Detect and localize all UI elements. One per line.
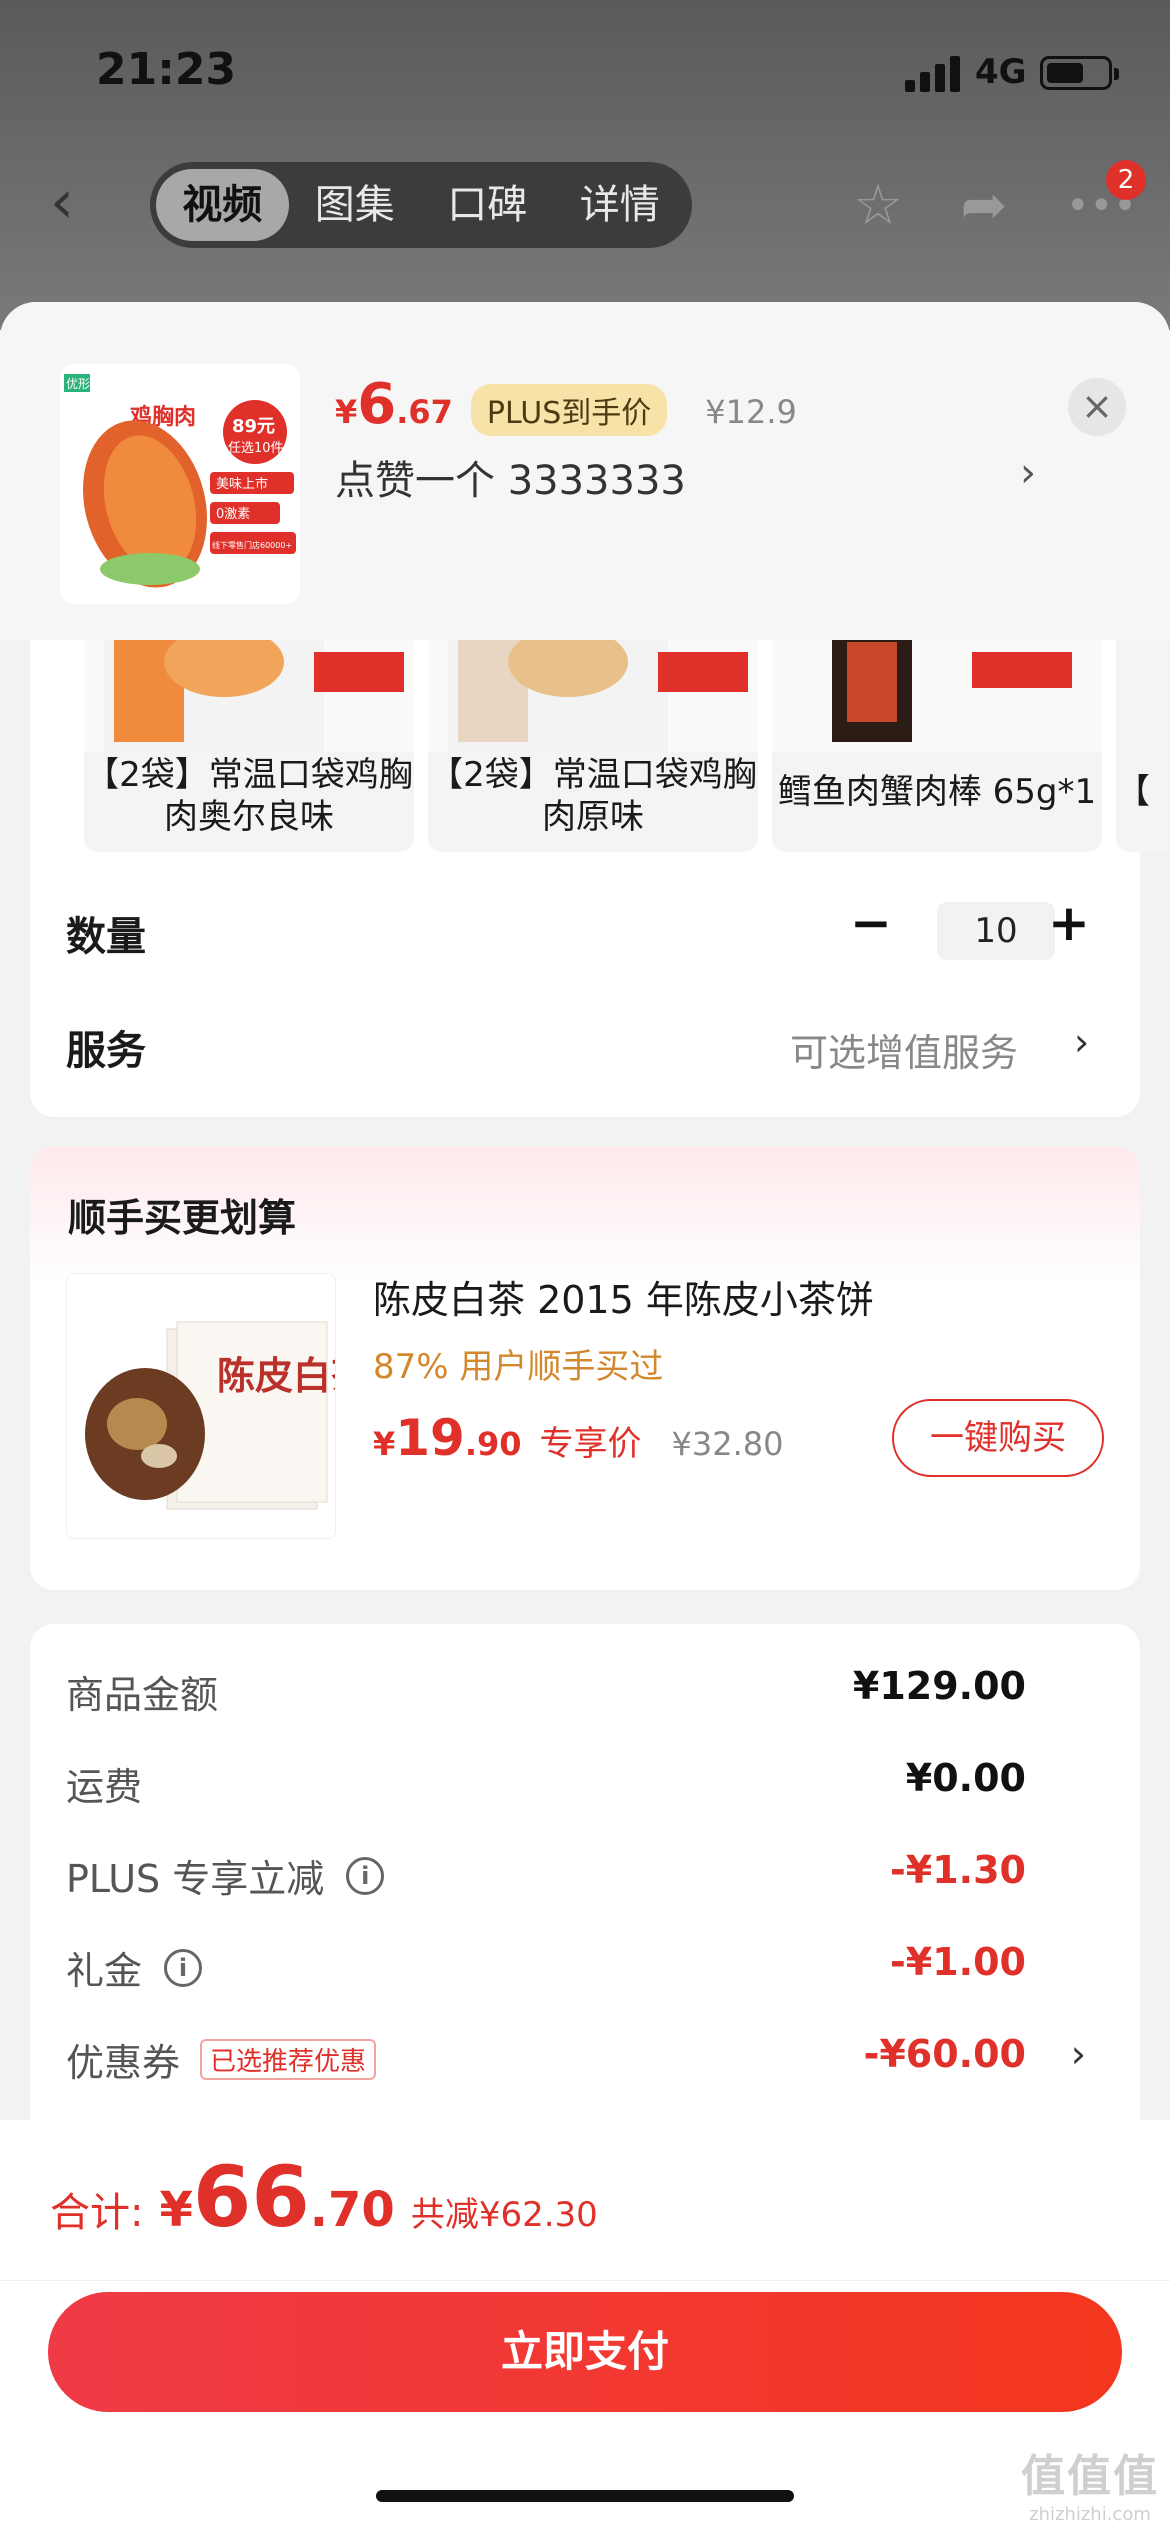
summary-value: -¥1.30 xyxy=(890,1848,1026,1892)
variant-option[interactable]: 【2袋】常温口袋鸡胸肉奥尔良味 xyxy=(84,632,414,852)
signal-icon xyxy=(905,56,961,92)
share-icon[interactable]: ➦ xyxy=(952,174,1016,238)
summary-row: PLUS 专享立减 i -¥1.30 xyxy=(66,1848,1086,1908)
summary-row: 运费 ¥0.00 xyxy=(66,1756,1086,1816)
price-summary-card: 商品金额 ¥129.00 运费 ¥0.00 PLUS 专享立减 i -¥1.30 … xyxy=(30,1624,1140,2184)
summary-label: 商品金额 xyxy=(66,1673,219,1717)
summary-value: -¥60.00 xyxy=(863,2032,1026,2076)
summary-row: 礼金 i -¥1.00 xyxy=(66,1940,1086,2000)
network-type: 4G xyxy=(975,52,1027,92)
tab-video[interactable]: 视频 xyxy=(156,169,289,241)
tab-gallery[interactable]: 图集 xyxy=(289,169,422,241)
battery-icon xyxy=(1040,56,1119,90)
upsell-image: 陈皮白茶 xyxy=(66,1273,336,1539)
thumb-tag3: 线下零售门店60000+ xyxy=(212,540,292,550)
summary-value: ¥0.00 xyxy=(905,1756,1026,1800)
upsell-buyers-text: 87% 用户顺手买过 xyxy=(373,1347,664,1387)
variant-image xyxy=(104,632,404,752)
service-chevron-icon[interactable]: › xyxy=(1074,1020,1089,1064)
total-currency: ¥ xyxy=(159,2182,193,2238)
home-indicator xyxy=(376,2490,794,2502)
pay-now-button[interactable]: 立即支付 xyxy=(48,2292,1122,2412)
coupon-row[interactable]: 优惠券 已选推荐优惠 -¥60.00 › xyxy=(66,2032,1086,2092)
total-decimal: .70 xyxy=(309,2182,395,2238)
thumb-promo-text: 任选10件 xyxy=(228,441,284,456)
star-icon[interactable]: ☆ xyxy=(846,174,910,238)
quantity-input[interactable]: 10 xyxy=(937,902,1055,960)
total-savings: 共减¥62.30 xyxy=(410,2195,598,2235)
tea-product-image: 陈皮白茶 xyxy=(67,1274,336,1538)
notification-badge: 2 xyxy=(1106,160,1146,200)
status-bar: 21:23 4G xyxy=(0,0,1170,150)
service-label: 服务 xyxy=(66,1028,146,1074)
service-value[interactable]: 可选增值服务 xyxy=(790,1022,1018,1077)
total-label: 合计: xyxy=(50,2190,144,2236)
product-thumbnail: 优形 鸡胸肉 89元 任选10件 美味上市 0激素 线下零售门店60000+ xyxy=(60,364,300,604)
price-currency: ¥ xyxy=(335,393,358,431)
summary-value: ¥129.00 xyxy=(852,1664,1026,1708)
thumb-tag1: 美味上市 xyxy=(216,476,268,492)
coupon-chevron-icon[interactable]: › xyxy=(1071,2032,1086,2076)
variant-name: 【2袋】常温口袋鸡胸肉奥尔良味 xyxy=(85,755,413,837)
total-row: 合计: ¥ 66 .70 共减¥62.30 xyxy=(50,2148,598,2246)
upsell-price-tag: 专享价 xyxy=(539,1424,642,1464)
tab-details[interactable]: 详情 xyxy=(554,169,687,241)
variant-name: 【2袋】常温口袋鸡胸肉原味 xyxy=(429,755,757,837)
upsell-price-row: ¥ 19 .90 专享价 ¥32.80 xyxy=(373,1409,784,1467)
sku-sheet: 【2袋】常温口袋鸡胸肉奥尔良味 【2袋】常温口袋鸡胸肉原味 鳕鱼肉蟹肉棒 65g… xyxy=(0,302,1170,2532)
divider xyxy=(0,2280,1170,2281)
product-header: 优形 鸡胸肉 89元 任选10件 美味上市 0激素 线下零售门店60000+ ¥… xyxy=(0,302,1170,640)
price-decimal: .67 xyxy=(396,393,453,431)
quantity-minus-button[interactable]: − xyxy=(850,894,892,952)
variant-name: 鳕鱼肉蟹肉棒 65g*1 xyxy=(777,772,1097,812)
summary-label: PLUS 专享立减 i xyxy=(66,1848,385,1903)
upsell-original-price: ¥32.80 xyxy=(671,1425,784,1463)
info-icon[interactable]: i xyxy=(164,1948,203,1987)
variant-option[interactable]: 鳕鱼肉蟹肉棒 65g*1 xyxy=(772,632,1102,852)
watermark-logo: 值值值 xyxy=(1021,2451,1159,2502)
info-icon[interactable]: i xyxy=(346,1856,385,1895)
status-time: 21:23 xyxy=(96,44,237,95)
price-integer: 6 xyxy=(357,372,397,437)
close-icon[interactable]: × xyxy=(1068,378,1126,436)
variant-option[interactable]: 【 xyxy=(1116,632,1170,852)
spec-chevron-icon[interactable]: › xyxy=(1020,450,1036,496)
upsell-price-integer: 19 xyxy=(395,1409,465,1467)
watermark-url: zhizhizhi.com xyxy=(1029,2504,1151,2525)
upsell-price-decimal: .90 xyxy=(464,1425,522,1463)
plus-price-tag: PLUS到手价 xyxy=(470,384,668,436)
thumb-promo-price: 89元 xyxy=(232,416,275,437)
original-price: ¥12.9 xyxy=(705,393,797,431)
tea-label: 陈皮白茶 xyxy=(217,1353,336,1398)
tab-reviews[interactable]: 口碑 xyxy=(421,169,554,241)
upsell-card: 顺手买更划算 陈皮白茶 陈皮白茶 2015 年陈皮小茶饼 87% 用户顺手买过 … xyxy=(30,1147,1140,1590)
summary-label: 礼金 i xyxy=(66,1940,203,1995)
thumb-tag2: 0激素 xyxy=(216,507,250,522)
upsell-title: 顺手买更划算 xyxy=(68,1196,297,1240)
summary-value: -¥1.00 xyxy=(890,1940,1026,1984)
summary-row: 商品金额 ¥129.00 xyxy=(66,1664,1086,1724)
upsell-price-currency: ¥ xyxy=(373,1425,396,1463)
one-click-buy-button[interactable]: 一键购买 xyxy=(892,1399,1104,1477)
variant-name: 【 xyxy=(1116,772,1150,812)
product-image: 优形 鸡胸肉 89元 任选10件 美味上市 0激素 线下零售门店60000+ xyxy=(60,364,300,604)
quantity-label: 数量 xyxy=(66,914,146,960)
watermark: 值值值 zhizhizhi.com xyxy=(1015,2440,1165,2525)
media-tabs: 视频 图集 口碑 详情 xyxy=(150,162,692,248)
summary-label: 优惠券 已选推荐优惠 xyxy=(66,2032,377,2087)
selected-spec[interactable]: 点赞一个 3333333 xyxy=(335,448,686,506)
upsell-product-name[interactable]: 陈皮白茶 2015 年陈皮小茶饼 xyxy=(373,1269,874,1324)
coupon-tag: 已选推荐优惠 xyxy=(200,2039,377,2080)
variant-option[interactable]: 【2袋】常温口袋鸡胸肉原味 xyxy=(428,632,758,852)
quantity-plus-button[interactable]: + xyxy=(1048,894,1090,952)
variant-image xyxy=(448,632,748,752)
total-integer: 66 xyxy=(192,2148,310,2246)
price-row: ¥ 6 .67 PLUS到手价 ¥12.9 xyxy=(335,372,797,437)
checkout-footer: 合计: ¥ 66 .70 共减¥62.30 立即支付 值值值 zhizhizhi… xyxy=(0,2120,1170,2532)
top-nav: ‹ 视频 图集 口碑 详情 ☆ ➦ ••• 2 xyxy=(0,160,1170,250)
summary-label: 运费 xyxy=(66,1765,143,1809)
thumb-brand: 优形 xyxy=(66,377,90,391)
back-icon[interactable]: ‹ xyxy=(50,172,110,232)
